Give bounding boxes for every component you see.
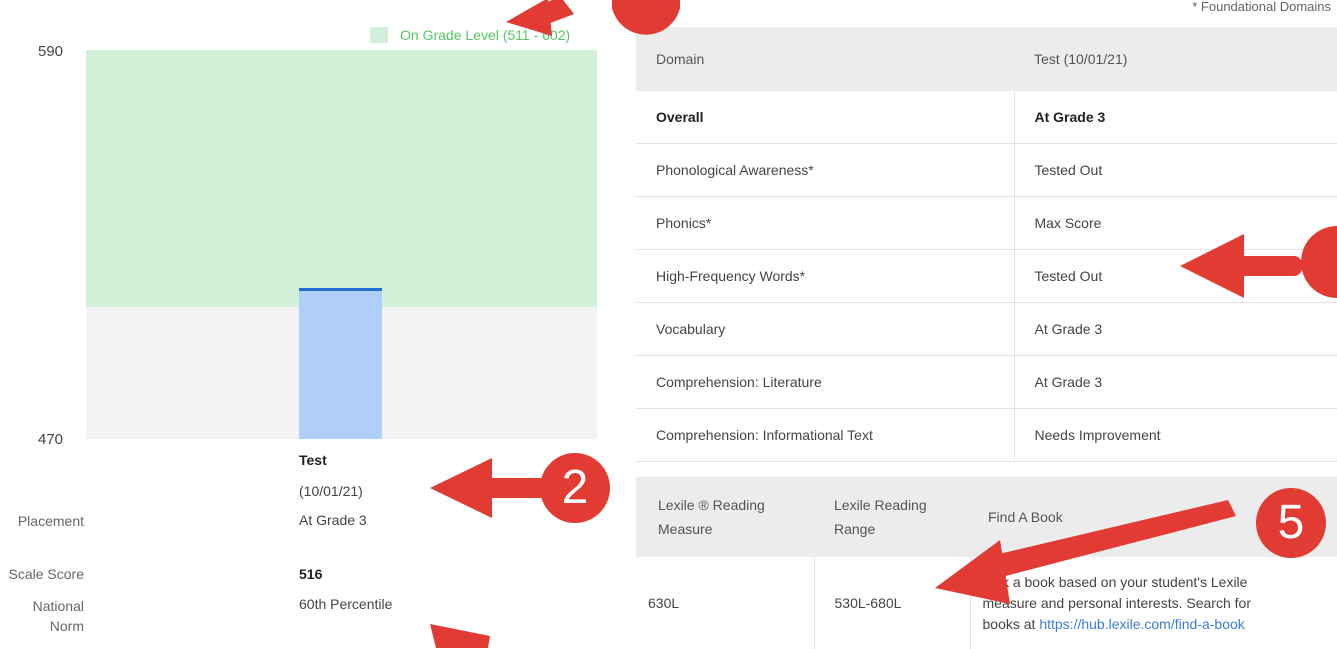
annotation-overlay: [0, 0, 1337, 648]
annotation-badge-2: 2: [540, 453, 610, 523]
annotation-badge-5: 5: [1256, 488, 1326, 558]
badge-right-partial: [1301, 226, 1337, 298]
arrow-to-results: [1180, 234, 1302, 298]
arrow-to-date: [430, 458, 548, 518]
arrow-to-legend: [506, 0, 574, 36]
arrow-to-lexile: [935, 500, 1236, 604]
badge-top-partial: [612, 0, 680, 35]
arrow-bottom-partial: [430, 624, 490, 648]
